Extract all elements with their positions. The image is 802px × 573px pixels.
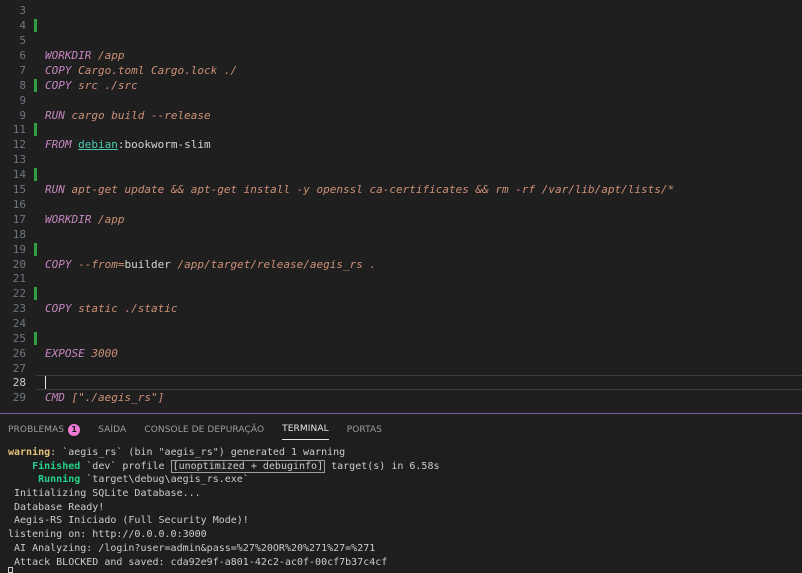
git-change-marker: [34, 243, 37, 256]
code-text: CMD ["./aegis_rs"]: [45, 391, 165, 404]
line-number: 9: [19, 109, 26, 122]
code-line[interactable]: 20 COPY --from=builder /app/target/releas…: [0, 257, 802, 272]
line-number: 23: [12, 302, 26, 315]
code-line[interactable]: 15 RUN apt-get update && apt-get install …: [0, 182, 802, 197]
tab-label: TERMINAL: [282, 424, 329, 434]
terminal-line: listening on: http://0.0.0.0:3000: [8, 529, 207, 541]
code-text: WORKDIR /app: [45, 213, 125, 226]
tab-label: PROBLEMAS: [8, 424, 65, 435]
code-line[interactable]: 23 COPY static ./static: [0, 301, 802, 316]
code-line[interactable]: 6 WORKDIR /app: [0, 48, 802, 63]
line-number: 3: [19, 4, 26, 17]
git-change-marker: [34, 168, 37, 181]
panel-tabs: PROBLEMAS 1 SAÍDA CONSOLE DE DEPURAÇÃO TERMI…: [8, 422, 400, 440]
line-number: 24: [12, 317, 26, 330]
code-line[interactable]: 3: [0, 3, 802, 18]
tab-label: CONSOLE DE DEPURAÇÃO: [144, 424, 265, 435]
code-line[interactable]: 4: [0, 18, 802, 33]
terminal-line: Attack BLOCKED and saved: cda92e9f-a801-…: [8, 556, 388, 568]
git-change-marker: [34, 332, 37, 345]
code-line[interactable]: 24: [0, 316, 802, 331]
line-number: 4: [19, 19, 26, 32]
code-editor[interactable]: 3 4 5 6 WORKDIR /app 7 COPY Cargo.toml Cargo.l…: [0, 0, 802, 410]
line-number: 25: [12, 332, 26, 345]
code-line[interactable]: 7 COPY Cargo.toml Cargo.lock ./: [0, 63, 802, 78]
line-number: 22: [12, 287, 26, 300]
tab-label: PORTAS: [346, 424, 383, 435]
terminal-line: Initializing SQLite Database...: [8, 488, 201, 500]
code-line[interactable]: 27: [0, 361, 802, 376]
code-line[interactable]: 21: [0, 271, 802, 286]
line-number: 20: [12, 258, 26, 271]
code-text: COPY src ./src: [45, 79, 138, 92]
terminal-line: Aegis-RS Iniciado (Full Security Mode)!: [8, 515, 249, 527]
line-number: 13: [12, 153, 26, 166]
line-number: 18: [12, 228, 26, 241]
git-change-marker: [34, 287, 37, 300]
code-line[interactable]: 29 CMD ["./aegis_rs"]: [0, 390, 802, 405]
code-line[interactable]: 17 WORKDIR /app: [0, 212, 802, 227]
code-text: EXPOSE 3000: [45, 347, 118, 360]
code-line[interactable]: 12 FROM debian:bookworm-slim: [0, 137, 802, 152]
code-text: RUN cargo build --release: [45, 109, 211, 122]
line-number: 11: [12, 123, 26, 136]
line-number: 16: [12, 198, 26, 211]
git-change-marker: [34, 79, 37, 92]
tab-problemas[interactable]: PROBLEMAS 1: [8, 422, 81, 440]
code-line[interactable]: 9 RUN cargo build --release: [0, 108, 802, 123]
code-line[interactable]: 13: [0, 152, 802, 167]
line-number: 27: [12, 362, 26, 375]
line-number: 5: [19, 34, 26, 47]
terminal-line: Finished `dev` profile [unoptimized + de…: [32, 459, 440, 473]
code-line[interactable]: 14: [0, 167, 802, 182]
terminal-line: warning: `aegis_rs` (bin "aegis_rs") gen…: [8, 447, 346, 458]
git-change-marker: [34, 19, 37, 32]
code-text: COPY static ./static: [45, 302, 178, 315]
code-text: WORKDIR /app: [45, 49, 125, 62]
code-line[interactable]: 16: [0, 197, 802, 212]
code-line[interactable]: 28: [0, 375, 802, 390]
code-line[interactable]: 5: [0, 33, 802, 48]
code-text: FROM debian:bookworm-slim: [45, 138, 211, 151]
tab-terminal[interactable]: TERMINAL: [282, 422, 329, 440]
problems-count-badge: 1: [68, 423, 81, 436]
code-text: COPY Cargo.toml Cargo.lock ./: [45, 64, 238, 77]
tab-sa-da[interactable]: SAÍDA: [98, 422, 126, 440]
terminal-line: AI Analyzing: /login?user=admin&pass=%27…: [8, 542, 376, 554]
line-number: 17: [12, 213, 26, 226]
code-line[interactable]: 18: [0, 227, 802, 242]
code-line[interactable]: 26 EXPOSE 3000: [0, 346, 802, 361]
code-line[interactable]: 9: [0, 93, 802, 108]
code-line[interactable]: 8 COPY src ./src: [0, 78, 802, 93]
line-number: 7: [19, 64, 26, 77]
line-number: 29: [12, 391, 26, 404]
code-text: COPY --from=builder /app/target/release/…: [45, 258, 377, 271]
git-change-marker: [34, 123, 37, 136]
tab-portas[interactable]: PORTAS: [347, 422, 382, 440]
line-number: 19: [12, 243, 26, 256]
terminal-line: Database Ready!: [8, 501, 105, 513]
line-number: 9: [19, 94, 26, 107]
bottom-panel: PROBLEMAS 1 SAÍDA CONSOLE DE DEPURAÇÃO TERMI…: [0, 414, 802, 573]
line-number: 21: [12, 272, 26, 285]
code-text: RUN apt-get update && apt-get install -y…: [45, 183, 675, 196]
line-number: 26: [12, 347, 26, 360]
tab-label: SAÍDA: [98, 424, 127, 435]
code-line[interactable]: 25: [0, 331, 802, 346]
terminal-line: Running `target\debug\aegis_rs.exe`: [38, 474, 249, 486]
tab-console-de-depura-o[interactable]: CONSOLE DE DEPURAÇÃO: [144, 422, 264, 440]
terminal-output[interactable]: warning: `aegis_rs` (bin "aegis_rs") gen…: [8, 446, 798, 569]
line-number: 6: [19, 49, 26, 62]
code-line[interactable]: 19: [0, 242, 802, 257]
current-line-highlight: [36, 375, 802, 390]
line-number: 28: [12, 376, 26, 389]
line-number: 14: [12, 168, 26, 181]
line-number: 12: [12, 138, 26, 151]
line-number: 15: [12, 183, 26, 196]
code-line[interactable]: 11: [0, 122, 802, 137]
line-number: 8: [19, 79, 26, 92]
terminal-cursor: [8, 567, 13, 573]
code-line[interactable]: 22: [0, 286, 802, 301]
text-caret: [45, 376, 46, 389]
